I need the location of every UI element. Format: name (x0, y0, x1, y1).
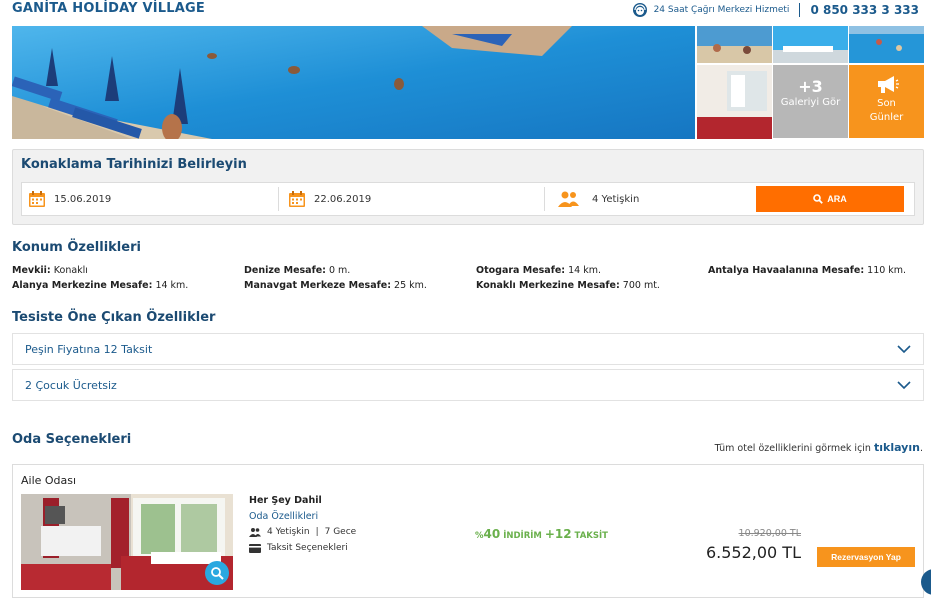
credit-card-icon (249, 543, 261, 553)
checkout-value: 22.06.2019 (314, 193, 372, 205)
room-guests: 4 Yetişkin (267, 527, 310, 537)
room-features-link[interactable]: Oda Özellikleri (249, 511, 318, 522)
board-type: Her Şey Dahil (249, 495, 322, 506)
room-nights: 7 Gece (324, 527, 357, 537)
checkout-field[interactable]: 22.06.2019 (282, 183, 544, 215)
booking-title: Konaklama Tarihinizi Belirleyin (21, 157, 247, 172)
location-item: Konaklı Merkezine Mesafe: 700 mt. (476, 280, 660, 291)
gallery-thumb[interactable] (697, 65, 772, 139)
highlights-title: Tesiste Öne Çıkan Özellikler (12, 310, 216, 325)
call-center[interactable]: 24 Saat Çağrı Merkezi Hizmeti 0 850 333 … (632, 2, 919, 18)
gallery-more-count: +3 (798, 77, 823, 96)
installment-options-label: Taksit Seçenekleri (267, 543, 348, 553)
users-icon (558, 191, 579, 207)
old-price: 10.920,00 TL (738, 528, 801, 539)
hotel-title: GANİTA HOLİDAY VİLLAGE (12, 1, 205, 16)
divider: | (315, 527, 319, 537)
divider (799, 3, 801, 17)
guests-value: 4 Yetişkin (592, 193, 640, 205)
gallery-more-tile[interactable]: +3 Galeriyi Gör (773, 65, 848, 138)
photo-gallery: +3 Galeriyi Gör Son Günler (12, 26, 924, 139)
location-item: Denize Mesafe: 0 m. (244, 265, 351, 276)
hero-image[interactable] (12, 26, 695, 139)
all-features-note: Tüm otel özelliklerini görmek için tıkla… (714, 441, 923, 454)
all-features-link[interactable]: tıklayın (874, 441, 920, 454)
phone-number[interactable]: 0 850 333 3 333 (810, 3, 919, 17)
room-photo (21, 494, 233, 590)
booking-panel: Konaklama Tarihinizi Belirleyin 15.06.20… (12, 149, 924, 225)
checkin-field[interactable]: 15.06.2019 (22, 183, 278, 215)
reserve-button[interactable]: Rezervasyon Yap (817, 547, 915, 567)
search-row: 15.06.2019 22.06.2019 4 Yetişkin ARA (21, 182, 915, 216)
support-agent-icon (632, 3, 647, 17)
discount-badge: %40 İNDİRİM +12 TAKSİT (475, 527, 608, 541)
pool-photo (12, 26, 695, 139)
checkin-value: 15.06.2019 (54, 193, 112, 205)
location-item: Antalya Havaalanına Mesafe: 110 km. (708, 265, 907, 276)
guests-field[interactable]: 4 Yetişkin (552, 183, 752, 215)
location-title: Konum Özellikleri (12, 240, 141, 255)
accordion-label: Peşin Fiyatına 12 Taksit (25, 343, 153, 356)
gallery-thumb[interactable] (697, 26, 772, 63)
current-price: 6.552,00 TL (705, 543, 801, 562)
calendar-icon (29, 191, 45, 207)
chevron-down-icon (897, 345, 911, 354)
location-item: Otogara Mesafe: 14 km. (476, 265, 602, 276)
accordion-installments[interactable]: Peşin Fiyatına 12 Taksit (12, 333, 924, 365)
rooms-title: Oda Seçenekleri (12, 432, 132, 447)
location-item: Manavgat Merkeze Mesafe: 25 km. (244, 280, 427, 291)
zoom-button[interactable] (205, 561, 229, 585)
last-days-line2: Günler (869, 112, 904, 123)
room-capacity: 4 Yetişkin | 7 Gece (249, 527, 356, 537)
installment-options[interactable]: Taksit Seçenekleri (249, 543, 348, 553)
last-days-line1: Son (877, 98, 896, 109)
divider (278, 187, 279, 211)
search-icon (813, 194, 824, 204)
location-item: Mevkii: Konaklı (12, 265, 88, 276)
room-card: Aile Odası Her Şey Dahil Oda Özellikleri (12, 464, 924, 598)
chevron-down-icon (897, 381, 911, 390)
gallery-thumb[interactable] (773, 26, 848, 63)
call-center-label: 24 Saat Çağrı Merkezi Hizmeti (653, 5, 790, 15)
megaphone-icon (877, 76, 899, 93)
last-days-tile[interactable]: Son Günler (849, 65, 924, 138)
search-button[interactable]: ARA (756, 186, 904, 212)
room-image[interactable] (21, 494, 233, 590)
accordion-label: 2 Çocuk Ücretsiz (25, 379, 117, 392)
gallery-more-label: Galeriyi Gör (780, 97, 841, 108)
room-name: Aile Odası (21, 474, 77, 487)
zoom-icon (211, 567, 224, 580)
divider (544, 187, 545, 211)
accordion-kids-free[interactable]: 2 Çocuk Ücretsiz (12, 369, 924, 401)
search-button-label: ARA (827, 194, 847, 204)
users-icon (249, 528, 261, 537)
calendar-icon (289, 191, 305, 207)
location-item: Alanya Merkezine Mesafe: 14 km. (12, 280, 189, 291)
gallery-thumb[interactable] (849, 26, 924, 63)
top-bar: GANİTA HOLİDAY VİLLAGE 24 Saat Çağrı Mer… (0, 0, 931, 22)
